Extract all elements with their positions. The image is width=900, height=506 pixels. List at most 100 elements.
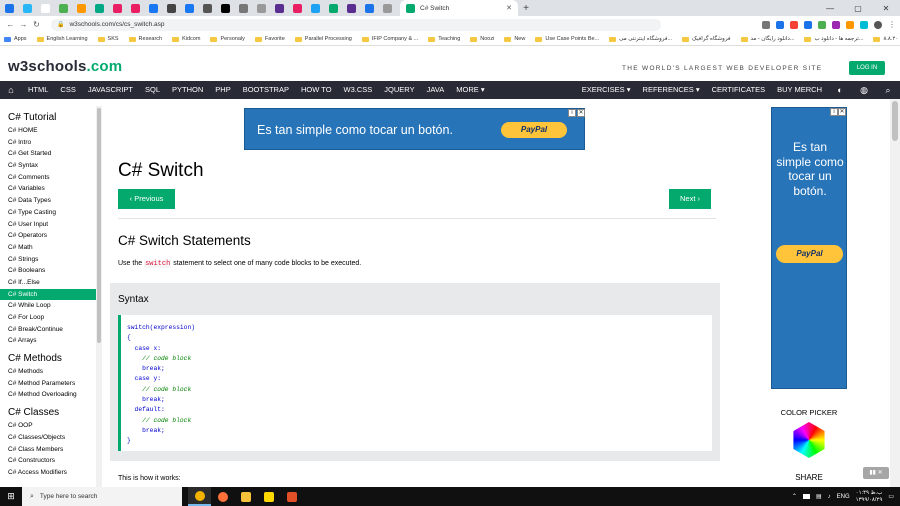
sidebar-item[interactable]: C# Class Members — [0, 444, 96, 456]
nav-link[interactable]: BOOTSTRAP — [237, 81, 295, 99]
pinned-tab[interactable] — [162, 1, 180, 15]
sidebar-item[interactable]: C# While Loop — [0, 300, 96, 312]
tab-close-icon[interactable]: ✕ — [506, 4, 512, 12]
pinned-tab[interactable] — [144, 1, 162, 15]
bookmark-item[interactable]: New — [504, 36, 525, 42]
pinned-tab[interactable] — [198, 1, 216, 15]
taskbar-app-explorer[interactable] — [234, 487, 257, 506]
nav-link-right[interactable]: REFERENCES ▾ — [637, 81, 706, 99]
sidebar-item[interactable]: C# Intro — [0, 137, 96, 149]
pinned-tab[interactable] — [126, 1, 144, 15]
extension-icon[interactable] — [860, 20, 868, 29]
volume-icon[interactable]: ♪ — [828, 494, 831, 500]
previous-button[interactable]: ‹ Previous — [118, 189, 175, 209]
sidebar-item[interactable]: C# Get Started — [0, 148, 96, 160]
pinned-tab[interactable] — [342, 1, 360, 15]
ad-info-icon[interactable]: i — [568, 109, 576, 117]
clock[interactable]: ۰۱:۴۹ ب.ظ ۱۳۹۹/۰۸/۲۹ — [856, 490, 883, 504]
page-scrollbar[interactable] — [890, 99, 900, 487]
bookmark-item[interactable]: Kidcom — [172, 36, 200, 42]
side-banner-ad[interactable]: i ✕ Es tan simple como tocar un botón. P… — [771, 107, 847, 389]
paypal-button[interactable]: PayPal — [776, 245, 843, 263]
w3schools-logo[interactable]: w3schools.com — [8, 58, 122, 75]
nav-link[interactable]: HTML — [22, 81, 54, 99]
sidebar-item[interactable]: C# Data Types — [0, 195, 96, 207]
globe-icon[interactable]: ◍ — [852, 81, 876, 99]
sidebar-item[interactable]: C# Constructors — [0, 455, 96, 467]
extension-icon[interactable] — [776, 20, 784, 29]
url-input[interactable]: 🔒 w3schools.com/cs/cs_switch.asp — [51, 18, 661, 31]
ad-info-icon[interactable]: i — [830, 108, 838, 116]
taskbar-search-input[interactable]: ⌕ Type here to search — [22, 487, 182, 506]
battery-icon[interactable] — [802, 494, 810, 499]
ad-close-icon[interactable]: ✕ — [577, 109, 585, 117]
bookmark-item[interactable]: IFIP Company & ... — [361, 36, 418, 42]
nav-link[interactable]: MORE ▾ — [450, 81, 490, 99]
nav-link[interactable]: CSS — [54, 81, 81, 99]
bookmark-item[interactable]: ترجمه ها - دانلود ب... — [804, 36, 863, 42]
pinned-tab[interactable] — [36, 1, 54, 15]
pinned-tab[interactable] — [72, 1, 90, 15]
nav-link[interactable]: PHP — [209, 81, 236, 99]
video-overlay-controls[interactable]: ▮▮ ✕ — [863, 467, 889, 479]
pinned-tab[interactable] — [270, 1, 288, 15]
pinned-tab[interactable] — [306, 1, 324, 15]
nav-link[interactable]: JAVASCRIPT — [82, 81, 139, 99]
nav-link[interactable]: JQUERY — [378, 81, 420, 99]
extension-icon[interactable] — [804, 20, 812, 29]
extension-icon[interactable] — [818, 20, 826, 29]
back-icon[interactable]: ← — [4, 20, 17, 29]
extension-icon[interactable] — [790, 20, 798, 29]
sidebar-item[interactable]: C# Comments — [0, 172, 96, 184]
nav-link[interactable]: HOW TO — [295, 81, 338, 99]
sidebar-item[interactable]: C# Classes/Objects — [0, 432, 96, 444]
sidebar-item[interactable]: C# Booleans — [0, 265, 96, 277]
reload-icon[interactable]: ↻ — [30, 20, 43, 29]
nav-link-right[interactable]: BUY MERCH — [771, 81, 828, 99]
taskbar-app-firefox[interactable] — [211, 487, 234, 506]
bookmark-item[interactable]: دانلود رایگان - مد... — [740, 36, 794, 42]
sidebar-item[interactable]: C# Methods — [0, 366, 96, 378]
bookmark-item[interactable]: فروشگاه گرافیک — [682, 36, 731, 42]
bookmark-item[interactable]: Use Case Points Be... — [535, 36, 599, 42]
pinned-tab[interactable] — [54, 1, 72, 15]
people-icon[interactable]: ⌃ — [792, 493, 797, 500]
sidebar-item[interactable]: C# Access Modifiers — [0, 467, 96, 479]
bookmark-item[interactable]: Noozi — [470, 36, 494, 42]
home-icon[interactable]: ⌂ — [0, 81, 22, 99]
nav-link[interactable]: SQL — [139, 81, 166, 99]
bookmark-item[interactable]: فروشگاه اینترنتی می... — [609, 36, 672, 42]
tab-csharp-switch[interactable]: C# Switch ✕ — [400, 0, 518, 16]
bookmark-item[interactable]: Parallel Processing — [294, 36, 352, 42]
ad-close-icon[interactable]: ✕ — [838, 108, 846, 116]
page-scroll-thumb[interactable] — [892, 101, 898, 141]
nav-link[interactable]: PYTHON — [166, 81, 209, 99]
pinned-tab[interactable] — [180, 1, 198, 15]
sidebar-item[interactable]: C# Variables — [0, 183, 96, 195]
pinned-tab[interactable] — [216, 1, 234, 15]
taskbar-app-html5[interactable] — [280, 487, 303, 506]
sidebar-item[interactable]: C# Method Parameters — [0, 378, 96, 390]
pinned-tab[interactable] — [108, 1, 126, 15]
nav-link[interactable]: W3.CSS — [338, 81, 379, 99]
pinned-tab[interactable] — [288, 1, 306, 15]
color-wheel-icon[interactable] — [784, 415, 833, 464]
top-banner-ad[interactable]: Es tan simple como tocar un botón. PayPa… — [244, 108, 585, 150]
sidebar-scroll-thumb[interactable] — [97, 108, 101, 343]
minimize-icon[interactable]: — — [816, 4, 844, 13]
windows-start-icon[interactable]: ⊞ — [0, 491, 22, 502]
network-icon[interactable]: ▤ — [816, 493, 822, 500]
sidebar-item[interactable]: C# Switch — [0, 288, 96, 301]
pinned-tab[interactable] — [0, 1, 18, 15]
pinned-tab[interactable] — [360, 1, 378, 15]
new-tab-button[interactable]: + — [518, 3, 534, 14]
sidebar-item[interactable]: C# HOME — [0, 125, 96, 137]
star-icon[interactable] — [762, 20, 770, 29]
sidebar-item[interactable]: C# OOP — [0, 420, 96, 432]
sidebar-item[interactable]: C# For Loop — [0, 312, 96, 324]
search-icon[interactable]: ⌕ — [876, 81, 900, 99]
sidebar-item[interactable]: C# If...Else — [0, 277, 96, 289]
sidebar-item[interactable]: C# User Input — [0, 219, 96, 231]
pinned-tab[interactable] — [378, 1, 396, 15]
menu-kebab-icon[interactable]: ⋮ — [888, 20, 896, 29]
